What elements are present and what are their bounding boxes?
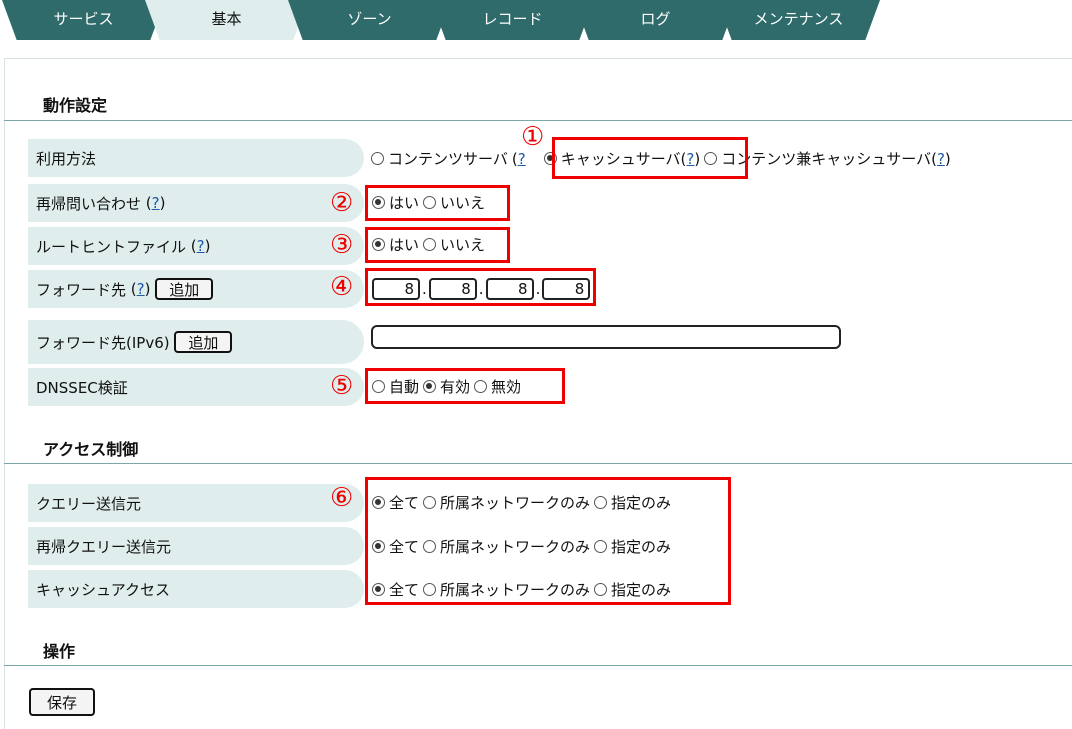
label-text: ルートヒントファイル <box>36 237 187 256</box>
tab-maintenance[interactable]: メンテナンス <box>717 0 880 40</box>
forward-ipv6-add-button[interactable]: 追加 <box>174 331 233 353</box>
option-label: コンテンツ兼キャッシュサーバ <box>721 150 932 168</box>
tab-log[interactable]: ログ <box>574 0 737 40</box>
label-recursive-query-source: 再帰クエリー送信元 <box>28 527 364 565</box>
label-query-source: クエリー送信元 <box>28 484 364 522</box>
label-text: フォワード先(IPv6) <box>36 333 170 352</box>
label-forward: フォワード先 (?) 追加 <box>28 270 364 308</box>
tab-service[interactable]: サービス <box>2 0 165 40</box>
help-link[interactable]: ? <box>937 150 945 168</box>
highlight-box-3 <box>365 227 510 263</box>
label-root-hint: ルートヒントファイル (?) <box>28 227 364 265</box>
tab-label: メンテナンス <box>753 10 844 28</box>
highlight-box-1 <box>552 137 748 179</box>
forward-add-button[interactable]: 追加 <box>155 278 214 300</box>
label-text: キャッシュアクセス <box>36 580 170 599</box>
tab-bar: サービス 基本 ゾーン レコード ログ メンテナンス <box>0 0 1072 40</box>
tab-label: 基本 <box>211 10 242 28</box>
label-text: 再帰問い合わせ <box>36 194 142 213</box>
highlight-box-4 <box>365 268 596 306</box>
help-link[interactable]: (? <box>512 150 526 168</box>
section-title-access-control: アクセス制御 <box>43 440 139 459</box>
section-divider <box>4 120 1072 121</box>
annotation-6: ⑥ <box>330 483 354 513</box>
label-recursive: 再帰問い合わせ (?) <box>28 184 364 222</box>
section-title-operation: 操作 <box>43 642 76 661</box>
tab-label: レコード <box>482 10 543 28</box>
label-text: DNSSEC検証 <box>36 378 128 397</box>
tab-record[interactable]: レコード <box>431 0 594 40</box>
tab-label: ゾーン <box>347 10 392 28</box>
help-link[interactable]: ? <box>152 194 160 212</box>
label-forward-ipv6: フォワード先(IPv6) 追加 <box>28 320 364 364</box>
label-cache-access: キャッシュアクセス <box>28 570 364 608</box>
help-link-text[interactable]: ? <box>518 150 526 168</box>
label-text: フォワード先 <box>36 280 127 299</box>
tab-label: ログ <box>640 10 671 28</box>
section-divider <box>4 463 1072 464</box>
annotation-3: ③ <box>330 230 354 260</box>
label-text: 利用方法 <box>36 149 97 168</box>
option-label: コンテンツサーバ <box>388 150 508 168</box>
label-dnssec: DNSSEC検証 <box>28 368 364 406</box>
radio-icon[interactable] <box>371 152 384 165</box>
usage-option-contents[interactable]: コンテンツサーバ <box>371 148 508 169</box>
tab-zone[interactable]: ゾーン <box>288 0 451 40</box>
label-text: 再帰クエリー送信元 <box>36 537 172 556</box>
section-divider <box>4 665 1072 666</box>
save-button[interactable]: 保存 <box>29 688 96 716</box>
help-link[interactable]: ? <box>197 237 205 255</box>
highlight-box-5 <box>365 368 565 404</box>
tab-basic[interactable]: 基本 <box>145 0 308 40</box>
annotation-4: ④ <box>330 272 354 302</box>
label-usage: 利用方法 <box>28 139 364 177</box>
section-title-operation-settings: 動作設定 <box>43 96 108 115</box>
tab-label: サービス <box>53 10 114 28</box>
annotation-1: ① <box>521 122 545 152</box>
forward-ipv6-input[interactable] <box>371 325 841 349</box>
highlight-box-6 <box>365 477 731 605</box>
annotation-5: ⑤ <box>330 371 354 401</box>
annotation-2: ② <box>330 188 354 218</box>
label-text: クエリー送信元 <box>36 494 142 513</box>
help-link[interactable]: ? <box>137 280 145 298</box>
highlight-box-2 <box>365 185 510 221</box>
